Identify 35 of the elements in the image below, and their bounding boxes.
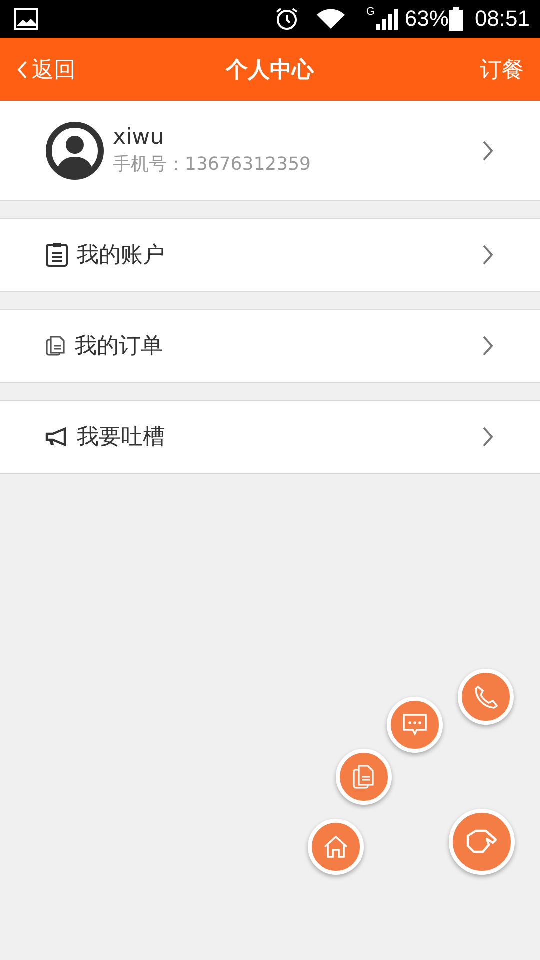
phone-number: 手机号：13676312359: [113, 153, 312, 176]
network-type: G: [366, 6, 375, 18]
alarm-icon: [274, 6, 300, 32]
megaphone-icon: [45, 427, 69, 447]
image-icon: [14, 8, 38, 30]
menu-toggle-button[interactable]: [449, 809, 515, 875]
menu-item[interactable]: 我的账户: [0, 218, 540, 292]
clipboard-icon: [45, 242, 69, 268]
documents-icon: [352, 764, 376, 790]
chat-icon: [402, 713, 428, 737]
battery-icon: [448, 7, 463, 31]
chevron-icon: [482, 426, 494, 448]
profile-row[interactable]: xiwu 手机号：13676312359: [0, 101, 540, 201]
user-name: xiwu: [113, 125, 166, 150]
page-title: 个人中心: [226, 56, 314, 84]
battery-percent: 63%: [404, 6, 449, 32]
menu-label: 我要吐槽: [77, 424, 166, 452]
home-button[interactable]: [308, 819, 364, 875]
home-icon: [323, 834, 349, 860]
back-icon: [16, 60, 28, 80]
message-button[interactable]: [387, 697, 443, 753]
menu-item[interactable]: 我的订单: [0, 309, 540, 383]
avatar-icon: [45, 120, 105, 180]
orders-button[interactable]: [336, 749, 392, 805]
chevron-icon: [482, 244, 494, 266]
menu-label: 我的订单: [75, 333, 164, 361]
menu-label: 我的账户: [77, 242, 166, 270]
phone-button[interactable]: [458, 669, 514, 725]
menu-item[interactable]: 我要吐槽: [0, 400, 540, 474]
signal-icon: [374, 8, 399, 30]
chevron-icon: [482, 140, 494, 162]
phone-icon: [473, 684, 499, 710]
chevron-icon: [482, 335, 494, 357]
clock-time: 08:51: [474, 6, 530, 32]
documents-icon: [45, 335, 67, 357]
